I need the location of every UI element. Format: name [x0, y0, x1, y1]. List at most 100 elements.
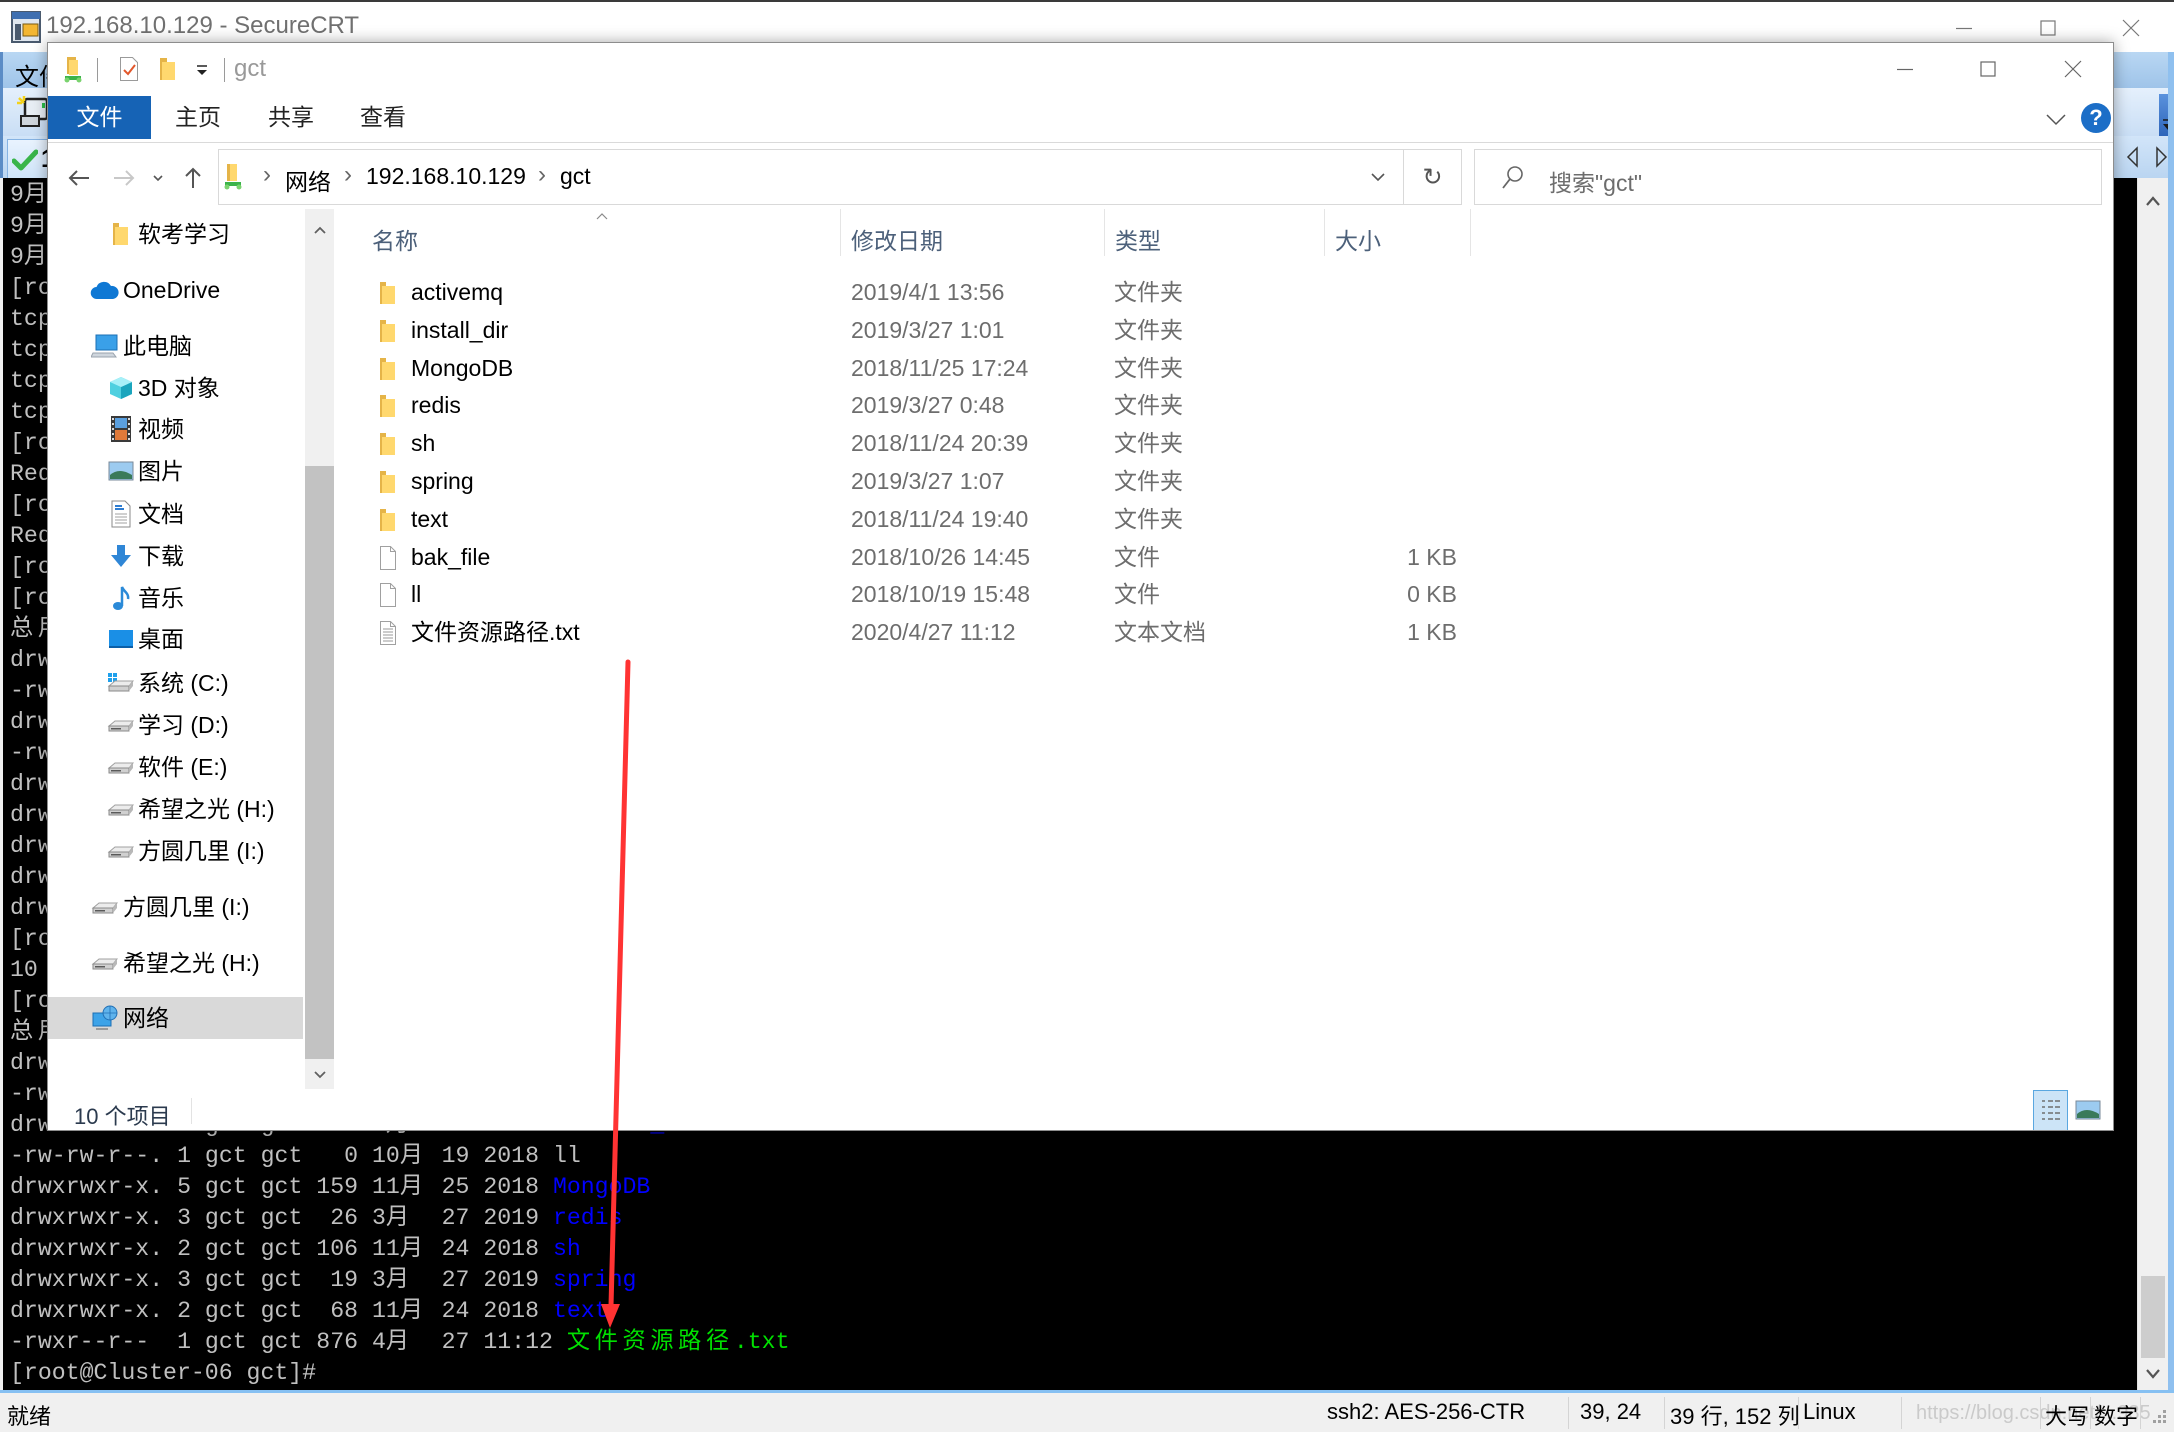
ribbon-tab-view[interactable]: 查看	[360, 96, 406, 139]
search-input[interactable]: 搜索"gct"	[1474, 149, 2102, 205]
maximize-button[interactable]	[1968, 49, 2008, 89]
nav-item-drive[interactable]: 希望之光 (H:)	[48, 942, 303, 984]
terminal-text: drwxrwxr-x. 3 gct gct 26 3月 27 2019	[10, 1205, 553, 1231]
file-row[interactable]: text 2018/11/24 19:40 文件夹	[368, 501, 1788, 539]
recent-locations-button[interactable]	[143, 164, 173, 192]
nav-item-folder[interactable]: 软考学习	[48, 213, 303, 255]
scroll-thumb[interactable]	[305, 466, 334, 1059]
terminal-scrollbar[interactable]	[2137, 178, 2168, 1390]
column-header-size[interactable]: 大小	[1335, 222, 1381, 256]
nav-item-drive[interactable]: 希望之光 (H:)	[48, 788, 303, 830]
terminal-text: tcp	[10, 306, 52, 332]
up-button[interactable]	[178, 164, 208, 192]
nav-item-onedrive[interactable]: OneDrive	[48, 269, 303, 311]
back-button[interactable]	[64, 164, 94, 192]
toolbar-divider	[224, 58, 225, 82]
close-button[interactable]	[2111, 8, 2151, 48]
close-button[interactable]	[2053, 49, 2093, 89]
terminal-text: drw	[10, 1050, 52, 1076]
nav-item-downloads[interactable]: 下载	[48, 535, 303, 577]
nav-item-network[interactable]: 网络	[48, 997, 303, 1039]
file-row[interactable]: install_dir 2019/3/27 1:01 文件夹	[368, 312, 1788, 350]
nav-item-documents[interactable]: 文档	[48, 493, 303, 535]
refresh-button[interactable]: ↻	[1404, 149, 1462, 205]
nav-item-label: 图片	[138, 458, 184, 484]
scroll-thumb[interactable]	[2141, 1276, 2165, 1358]
network-folder-icon	[62, 56, 84, 89]
column-divider[interactable]	[1104, 209, 1105, 256]
terminal-line: drwxrwxr-x. 3 gct gct 26 3月 27 2019 redi…	[10, 1203, 790, 1234]
file-row[interactable]: 文件资源路径.txt 2020/4/27 11:12 文本文档 1 KB	[368, 614, 1788, 652]
this-pc-icon	[90, 332, 120, 360]
expand-ribbon-button[interactable]	[2044, 107, 2068, 131]
terminal-text: -rw	[10, 1081, 52, 1107]
nav-item-desktop[interactable]: 桌面	[48, 618, 303, 660]
scroll-down-button[interactable]	[2138, 1359, 2168, 1389]
column-divider[interactable]	[1470, 209, 1471, 256]
navigation-scrollbar[interactable]	[305, 209, 334, 1089]
address-bar[interactable]: › 网络 › 192.168.10.129 › gct	[218, 149, 1404, 205]
breadcrumb-separator[interactable]: ›	[538, 161, 546, 189]
terminal-text: [ro	[10, 926, 52, 952]
status-num-lock: 数字	[2094, 1404, 2139, 1429]
minimize-button[interactable]	[1885, 49, 1925, 89]
connect-button[interactable]	[15, 94, 51, 130]
folder-icon	[379, 318, 397, 344]
nav-item-pictures[interactable]: 图片	[48, 450, 303, 492]
nav-item-label: 希望之光 (H:)	[138, 796, 275, 822]
properties-icon	[120, 57, 138, 81]
nav-item-this-pc[interactable]: 此电脑	[48, 325, 303, 367]
scroll-down-button[interactable]	[305, 1060, 335, 1090]
help-button[interactable]: ?	[2081, 103, 2111, 133]
file-type: 文件	[1114, 543, 1160, 570]
file-row[interactable]: ll 2018/10/19 15:48 文件 0 KB	[368, 576, 1788, 614]
column-header-name[interactable]: 名称	[372, 222, 418, 256]
address-history-button[interactable]	[1367, 166, 1389, 188]
new-folder-button[interactable]	[159, 56, 177, 87]
ribbon-tab-home[interactable]: 主页	[175, 96, 221, 139]
column-header-date[interactable]: 修改日期	[851, 222, 943, 256]
file-row[interactable]: activemq 2019/4/1 13:56 文件夹	[368, 274, 1788, 312]
breadcrumb-host[interactable]: 192.168.10.129	[366, 163, 526, 190]
nav-item-drive[interactable]: 方圆几里 (I:)	[48, 886, 303, 928]
file-row[interactable]: sh 2018/11/24 20:39 文件夹	[368, 425, 1788, 463]
new-folder-icon	[160, 58, 175, 80]
ribbon-tab-file[interactable]: 文件	[48, 96, 151, 139]
file-row[interactable]: spring 2019/3/27 1:07 文件夹	[368, 463, 1788, 501]
nav-item-drive[interactable]: 软件 (E:)	[48, 746, 303, 788]
forward-button[interactable]	[109, 164, 139, 192]
breadcrumb-network[interactable]: 网络	[285, 163, 331, 197]
maximize-icon	[1980, 61, 1996, 77]
terminal-text: 10	[10, 957, 38, 983]
nav-item-system-drive[interactable]: 系统 (C:)	[48, 662, 303, 704]
details-view-button[interactable]	[2033, 1090, 2068, 1130]
customize-quick-access-button[interactable]	[195, 63, 209, 82]
breadcrumb-current-folder[interactable]: gct	[560, 163, 591, 190]
file-row[interactable]: MongoDB 2018/11/25 17:24 文件夹	[368, 350, 1788, 388]
resize-grip-icon[interactable]	[2150, 1409, 2168, 1427]
tab-scroll-left-button[interactable]	[2123, 146, 2143, 168]
scroll-up-button[interactable]	[2138, 186, 2168, 216]
scroll-up-button[interactable]	[305, 215, 335, 245]
file-row[interactable]: redis 2019/3/27 0:48 文件夹	[368, 387, 1788, 425]
breadcrumb-separator[interactable]: ›	[263, 161, 271, 189]
column-header-type[interactable]: 类型	[1115, 222, 1161, 256]
column-divider[interactable]	[840, 209, 841, 256]
ribbon-tab-share[interactable]: 共享	[268, 96, 314, 139]
terminal-wide-char: 总	[10, 616, 34, 642]
nav-item-music[interactable]: 音乐	[48, 577, 303, 619]
terminal-wide-char: 路	[678, 1329, 702, 1355]
file-date: 2018/11/24 19:40	[851, 505, 1029, 532]
properties-button[interactable]	[119, 56, 139, 87]
large-icons-view-button[interactable]	[2075, 1100, 2101, 1120]
breadcrumb-separator[interactable]: ›	[344, 161, 352, 189]
column-divider[interactable]	[1324, 209, 1325, 256]
nav-item-label: 视频	[138, 416, 184, 442]
terminal-wide-char: 月	[385, 1267, 410, 1293]
nav-item-3d-objects[interactable]: 3D 对象	[48, 367, 303, 409]
nav-item-drive[interactable]: 方圆几里 (I:)	[48, 830, 303, 872]
file-row[interactable]: bak_file 2018/10/26 14:45 文件 1 KB	[368, 539, 1788, 577]
nav-item-videos[interactable]: 视频	[48, 408, 303, 450]
file-date: 2019/4/1 13:56	[851, 279, 1005, 305]
nav-item-drive[interactable]: 学习 (D:)	[48, 704, 303, 746]
